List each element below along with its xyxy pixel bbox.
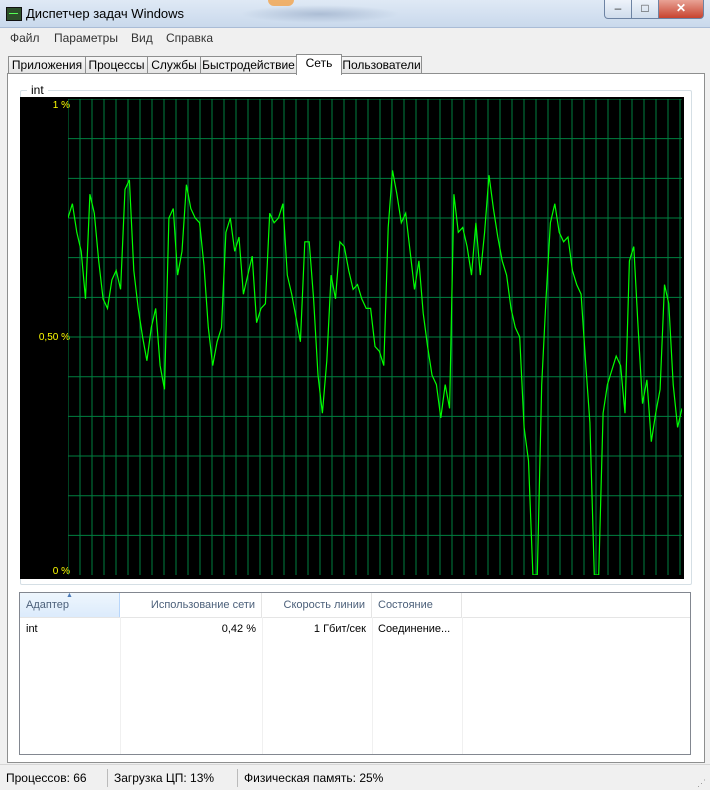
close-button[interactable]: ✕ — [658, 0, 704, 19]
status-processes: Процессов: 66 — [6, 771, 87, 785]
tab-performance[interactable]: Быстродействие — [200, 56, 297, 74]
tab-networking[interactable]: Сеть — [296, 54, 342, 75]
status-separator — [237, 769, 238, 787]
maximize-button[interactable]: □ — [631, 0, 659, 19]
cell-adapter: int — [26, 623, 38, 635]
graph-grid — [68, 99, 682, 575]
minimize-button[interactable]: – — [604, 0, 632, 19]
menu-help[interactable]: Справка — [166, 31, 213, 45]
tab-processes[interactable]: Процессы — [85, 56, 148, 74]
column-header-speed[interactable]: Скорость линии — [262, 593, 372, 617]
column-header-state[interactable]: Состояние — [372, 593, 462, 617]
task-manager-window: Диспетчер задач Windows – □ ✕ Файл Парам… — [0, 0, 710, 790]
status-cpu: Загрузка ЦП: 13% — [114, 771, 215, 785]
column-divider — [462, 617, 463, 754]
adapter-table: ▲ Адаптер Использование сети Скорость ли… — [19, 592, 691, 755]
cell-usage: 0,42 % — [221, 623, 256, 635]
column-header-usage-label: Использование сети — [150, 599, 255, 611]
adapter-table-header: ▲ Адаптер Использование сети Скорость ли… — [20, 592, 690, 618]
network-utilization-graph: 1 % 0,50 % 0 % — [20, 97, 684, 579]
menu-bar: Файл Параметры Вид Справка — [0, 28, 710, 48]
cell-speed: 1 Гбит/сек — [313, 623, 366, 635]
graph-series-layer — [68, 170, 682, 575]
adapter-group-title: int — [27, 83, 48, 97]
resize-grip-icon[interactable]: ⋰ — [697, 778, 707, 788]
network-usage-series-line — [68, 170, 682, 575]
menu-file[interactable]: Файл — [10, 31, 40, 45]
window-title: Диспетчер задач Windows — [26, 6, 185, 21]
status-memory: Физическая память: 25% — [244, 771, 384, 785]
tab-users[interactable]: Пользователи — [341, 56, 422, 74]
network-graph-plot — [68, 99, 682, 575]
column-header-state-label: Состояние — [378, 599, 433, 611]
column-header-adapter[interactable]: ▲ Адаптер — [20, 592, 120, 617]
tab-applications[interactable]: Приложения — [8, 56, 86, 74]
cell-state: Соединение... — [378, 623, 451, 635]
tab-services[interactable]: Службы — [147, 56, 201, 74]
y-axis-label-middle: 0,50 % — [38, 332, 70, 343]
sort-ascending-icon: ▲ — [66, 592, 73, 599]
maximize-icon: □ — [641, 1, 649, 15]
column-header-usage[interactable]: Использование сети — [120, 593, 262, 617]
title-bar[interactable]: Диспетчер задач Windows – □ ✕ — [0, 0, 710, 28]
menu-view[interactable]: Вид — [131, 31, 153, 45]
task-manager-app-icon — [6, 7, 22, 21]
status-bar: Процессов: 66 Загрузка ЦП: 13% Физическа… — [0, 764, 710, 790]
minimize-icon: – — [614, 1, 622, 15]
column-header-speed-label: Скорость линии — [283, 599, 366, 611]
aero-glass-blur — [240, 5, 400, 23]
close-icon: ✕ — [675, 1, 687, 15]
menu-options[interactable]: Параметры — [54, 31, 118, 45]
column-header-adapter-label: Адаптер — [26, 599, 69, 611]
status-separator — [107, 769, 108, 787]
